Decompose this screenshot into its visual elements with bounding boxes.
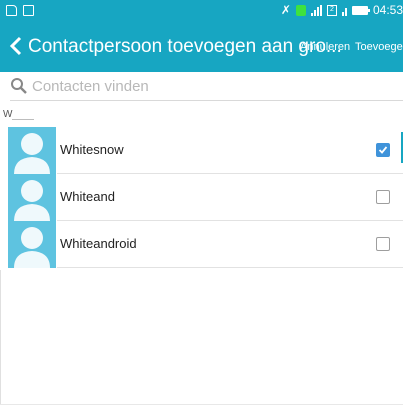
image-notification-icon [23, 5, 34, 16]
signal-icon [310, 4, 322, 16]
status-bar: ✗ 2 04:53 [0, 0, 403, 22]
contact-name: Whiteand [60, 189, 115, 204]
contact-checkbox[interactable] [376, 143, 390, 157]
contact-avatar-icon [8, 174, 56, 221]
contact-row[interactable]: Whiteandroid [0, 221, 403, 268]
add-button[interactable]: Toevoegen [355, 41, 403, 53]
contact-name: Whitesnow [60, 142, 124, 157]
status-time: 04:53 [372, 3, 403, 17]
contact-name: Whiteandroid [60, 236, 137, 251]
cancel-button[interactable]: Annuleren [300, 41, 350, 53]
search-bar [10, 73, 403, 101]
wifi-icon [341, 5, 347, 16]
row-divider [57, 267, 403, 268]
back-arrow-icon[interactable] [6, 34, 30, 58]
contact-avatar-icon [8, 127, 56, 174]
search-input[interactable] [32, 76, 392, 96]
search-underline [10, 100, 403, 101]
mute-icon: ✗ [280, 3, 291, 17]
search-icon [10, 77, 28, 95]
battery-icon [351, 5, 370, 15]
sim-icon: 2 [326, 4, 337, 16]
contact-list: Whitesnow Whiteand Whiteandroid [0, 127, 403, 268]
file-notification-icon [6, 5, 17, 16]
contact-checkbox[interactable] [376, 237, 390, 251]
page-title: Contactpersoon toevoegen aan gro... [28, 36, 342, 57]
contact-row[interactable]: Whiteand [0, 174, 403, 221]
list-edge [0, 270, 1, 405]
battery-saver-icon [295, 4, 306, 16]
action-bar: Contactpersoon toevoegen aan gro... Annu… [0, 22, 403, 72]
contact-checkbox[interactable] [376, 190, 390, 204]
contact-row[interactable]: Whitesnow [0, 127, 403, 174]
contact-avatar-icon [8, 221, 56, 268]
section-divider [12, 119, 34, 120]
